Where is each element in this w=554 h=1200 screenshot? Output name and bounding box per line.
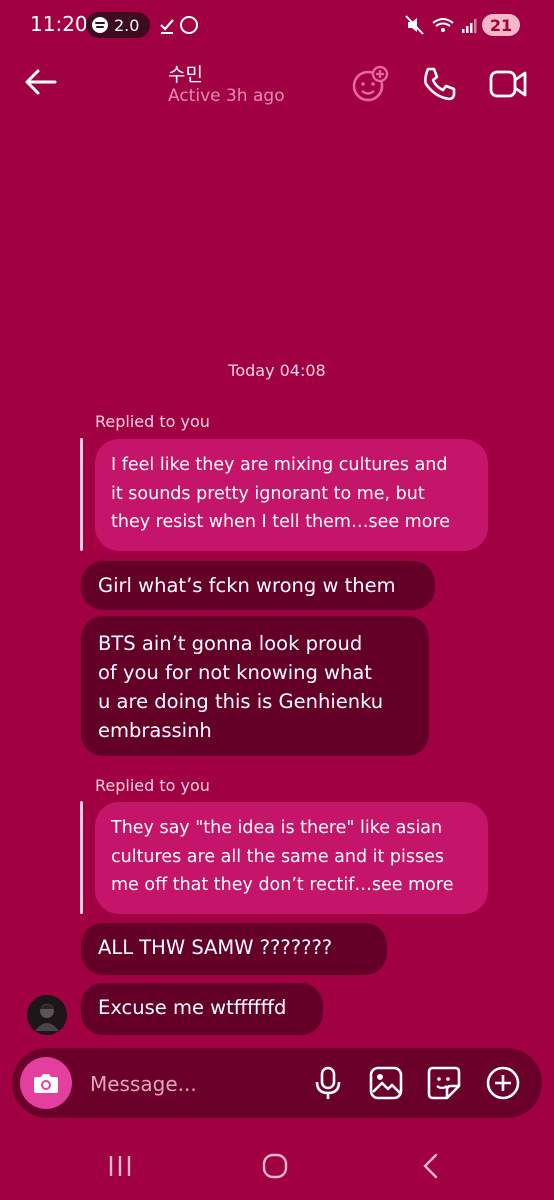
whatsapp-icon bbox=[180, 16, 198, 34]
notification-icons bbox=[160, 16, 198, 34]
chat-timestamp: Today 04:08 bbox=[228, 361, 326, 380]
battery-indicator: 21 bbox=[482, 14, 520, 36]
reply-line: cultures are all the same and it pisses bbox=[111, 846, 445, 867]
avatar-image bbox=[27, 995, 67, 1035]
plus-circle-icon[interactable] bbox=[484, 1064, 522, 1102]
contact-avatar[interactable] bbox=[27, 995, 67, 1035]
reply-line: me off that they don’t rectif…see more bbox=[111, 875, 454, 895]
message-text: Girl what’s fckn wrong w them bbox=[98, 574, 396, 597]
reply-quote-bar bbox=[80, 801, 83, 914]
gallery-image-icon[interactable] bbox=[367, 1064, 405, 1102]
message-text: Excuse me wtffffffd bbox=[98, 996, 287, 1019]
message-bubble[interactable]: Girl what’s fckn wrong w them bbox=[81, 561, 435, 610]
signal-icon bbox=[462, 19, 477, 33]
message-line: u are doing this is Genhienku bbox=[98, 690, 384, 713]
effects-face-icon[interactable] bbox=[350, 64, 390, 104]
phone-call-icon[interactable] bbox=[419, 64, 459, 104]
home-icon[interactable] bbox=[253, 1150, 297, 1182]
camera-icon bbox=[34, 1074, 58, 1093]
sticker-icon[interactable] bbox=[425, 1064, 463, 1102]
battery-level: 21 bbox=[489, 15, 513, 35]
message-input[interactable] bbox=[88, 1066, 302, 1102]
spotify-indicator: 2.0 bbox=[86, 12, 150, 38]
back-nav-icon[interactable] bbox=[408, 1150, 452, 1182]
active-status: Active 3h ago bbox=[168, 86, 285, 106]
spotify-label: 2.0 bbox=[114, 15, 140, 35]
message-line: BTS ain’t gonna look proud bbox=[98, 632, 363, 655]
check-icon bbox=[160, 19, 174, 31]
status-time: 11:20 bbox=[30, 12, 88, 36]
message-bubble[interactable]: BTS ain’t gonna look proud of you for no… bbox=[81, 616, 429, 756]
mute-icon bbox=[405, 15, 424, 35]
system-status-icons bbox=[405, 15, 477, 35]
reply-line: They say "the idea is there" like asian bbox=[111, 818, 443, 838]
wifi-icon bbox=[432, 18, 454, 32]
contact-name[interactable]: 수민 bbox=[168, 60, 203, 87]
replied-message-bubble[interactable]: I feel like they are mixing cultures and… bbox=[95, 439, 488, 551]
microphone-icon[interactable] bbox=[309, 1064, 347, 1102]
replied-label: Replied to you bbox=[95, 776, 210, 795]
spotify-icon bbox=[92, 17, 108, 33]
reply-line: I feel like they are mixing cultures and bbox=[111, 455, 448, 475]
message-line: of you for not knowing what bbox=[98, 661, 372, 684]
recent-apps-icon[interactable] bbox=[98, 1150, 142, 1182]
reply-quote-bar bbox=[80, 438, 83, 551]
message-text: ALL THW SAMW ??????? bbox=[98, 936, 333, 959]
message-line: embrassinh bbox=[98, 719, 212, 742]
reply-line: they resist when I tell them…see more bbox=[111, 512, 451, 532]
replied-label: Replied to you bbox=[95, 412, 210, 431]
video-call-icon[interactable] bbox=[488, 64, 528, 104]
message-bubble[interactable]: Excuse me wtffffffd bbox=[81, 983, 323, 1035]
camera-button[interactable] bbox=[20, 1057, 72, 1109]
reply-line: it sounds pretty ignorant to me, but bbox=[111, 483, 425, 504]
back-arrow-icon[interactable] bbox=[22, 62, 62, 102]
replied-message-bubble[interactable]: They say "the idea is there" like asian … bbox=[95, 802, 488, 914]
message-bubble[interactable]: ALL THW SAMW ??????? bbox=[81, 923, 387, 975]
